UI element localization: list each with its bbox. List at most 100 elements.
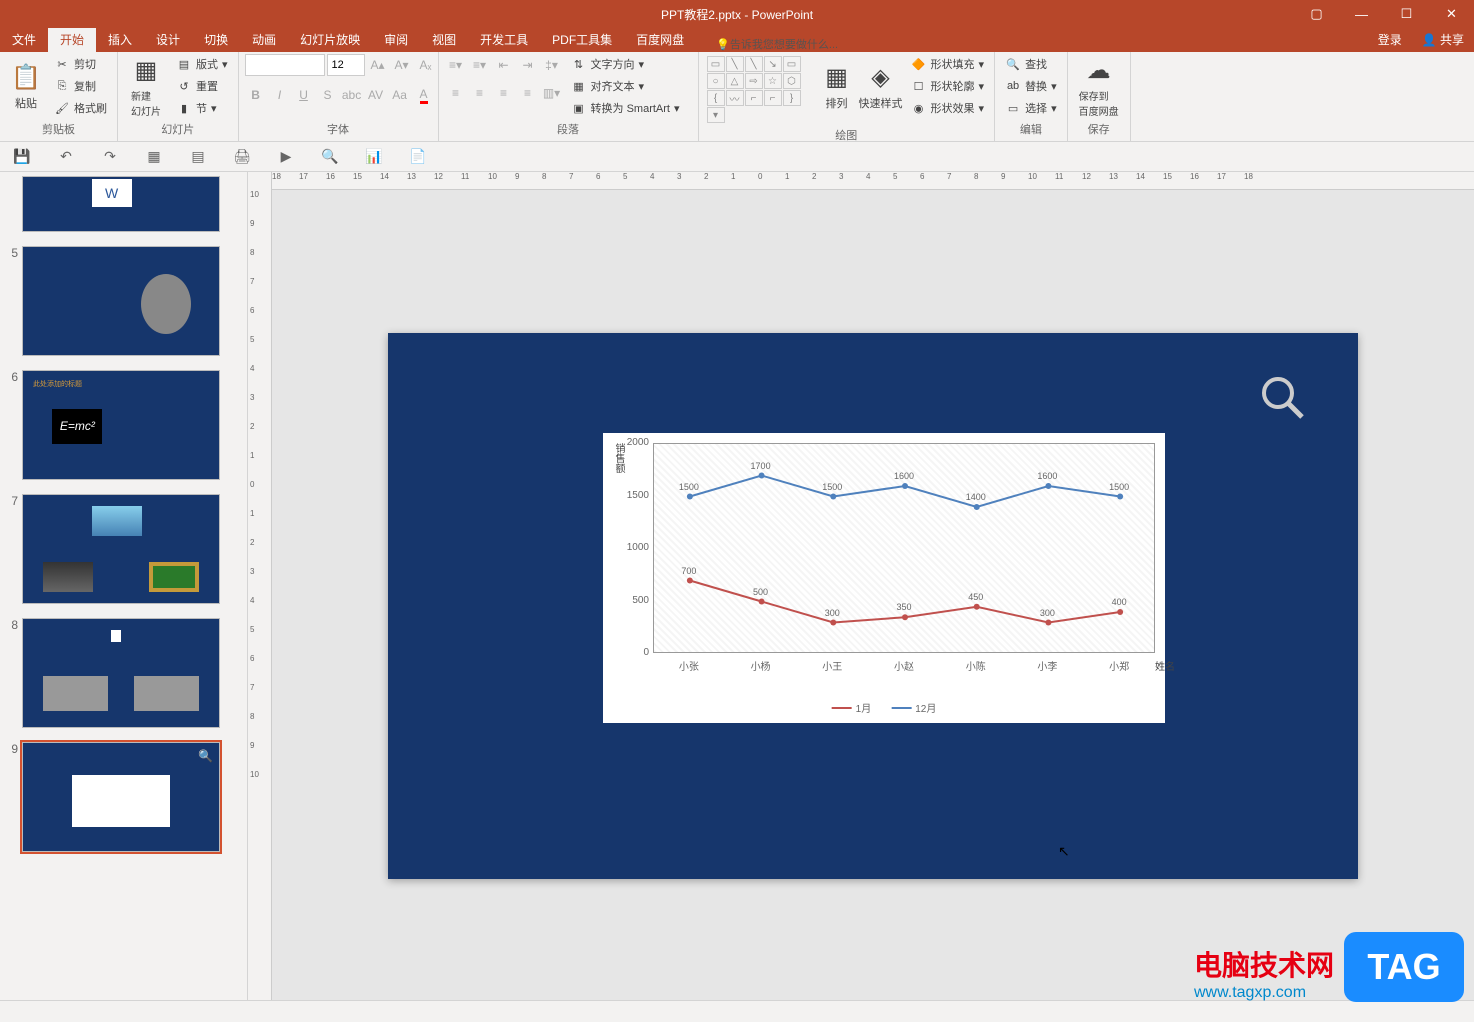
shape-more[interactable]: ▾	[707, 107, 725, 123]
text-direction-button[interactable]: ⇅文字方向 ▾	[567, 54, 684, 74]
shape-fill-button[interactable]: 🔶形状填充 ▾	[907, 54, 989, 74]
section-button[interactable]: ▮节 ▾	[172, 98, 232, 118]
cut-button[interactable]: ✂剪切	[50, 54, 111, 74]
shape-gallery[interactable]: ▭ ╲ ╲ ↘ ▭ ○ △ ⇨ ☆ ⬡ { 〰 ⌐ ⌐ } ▾	[705, 54, 815, 125]
tab-baidu[interactable]: 百度网盘	[624, 27, 696, 52]
qat-btn-1[interactable]: ▦	[144, 147, 164, 167]
shape-more1[interactable]: ⌐	[764, 90, 782, 106]
shape-effects-button[interactable]: ◉形状效果 ▾	[907, 98, 989, 118]
shape-rect2[interactable]: ▭	[783, 56, 801, 72]
thumb-5[interactable]: 5	[4, 246, 243, 356]
shape-line2[interactable]: ╲	[745, 56, 763, 72]
thumb-9[interactable]: 9 🔍	[4, 742, 243, 852]
ribbon-options-icon[interactable]: ▢	[1294, 0, 1339, 28]
share-button[interactable]: 👤 共享	[1412, 27, 1474, 52]
shape-outline-button[interactable]: ☐形状轮廓 ▾	[907, 76, 989, 96]
undo-icon[interactable]: ↶	[56, 147, 76, 167]
align-center-button[interactable]: ≡	[469, 82, 491, 104]
shape-arrow[interactable]: ↘	[764, 56, 782, 72]
tab-design[interactable]: 设计	[144, 27, 192, 52]
shape-rect[interactable]: ▭	[707, 56, 725, 72]
qat-btn-2[interactable]: ▤	[188, 147, 208, 167]
new-slide-button[interactable]: ▦ 新建 幻灯片	[124, 54, 168, 118]
font-color-button[interactable]: A	[413, 84, 435, 106]
font-size-input[interactable]	[327, 54, 365, 76]
replace-icon: ab	[1005, 78, 1021, 94]
redo-icon[interactable]: ↷	[100, 147, 120, 167]
shape-hex[interactable]: ⬡	[783, 73, 801, 89]
align-text-button[interactable]: ▦对齐文本 ▾	[567, 76, 684, 96]
shape-tri[interactable]: △	[726, 73, 744, 89]
increase-indent-button[interactable]: ⇥	[517, 54, 539, 76]
thumb-partial[interactable]: W	[4, 176, 243, 232]
maximize-button[interactable]: ☐	[1384, 0, 1429, 28]
qat-btn-6[interactable]: 📊	[364, 147, 384, 167]
numbering-button[interactable]: ≡▾	[469, 54, 491, 76]
qat-btn-7[interactable]: 📄	[408, 147, 428, 167]
tab-animations[interactable]: 动画	[240, 27, 288, 52]
font-family-input[interactable]	[245, 54, 325, 76]
close-button[interactable]: ✕	[1429, 0, 1474, 28]
italic-button[interactable]: I	[269, 84, 291, 106]
tab-home[interactable]: 开始	[48, 27, 96, 52]
tab-view[interactable]: 视图	[420, 27, 468, 52]
char-spacing-button[interactable]: AV	[365, 84, 387, 106]
strikethrough-button[interactable]: S	[317, 84, 339, 106]
arrange-button[interactable]: ▦ 排列	[819, 54, 855, 118]
slide[interactable]: 销售额 姓名 1月12月 0500100015002000小张小杨小王小赵小陈小…	[388, 333, 1358, 879]
format-painter-button[interactable]: 🖌格式刷	[50, 98, 111, 118]
tab-insert[interactable]: 插入	[96, 27, 144, 52]
reset-button[interactable]: ↺重置	[172, 76, 232, 96]
slide-canvas-area[interactable]: 10987654321012345678910 1817161514131211…	[248, 172, 1474, 1022]
tell-me-search[interactable]: 💡 告诉我您想要做什么...	[716, 36, 838, 52]
find-button[interactable]: 🔍查找	[1001, 54, 1061, 74]
shadow-button[interactable]: abc	[341, 84, 363, 106]
slide-thumbnails-panel[interactable]: W 5 6 此处添加的标题 E=mc² 7 8	[0, 172, 248, 1022]
thumb-7[interactable]: 7	[4, 494, 243, 604]
tab-transitions[interactable]: 切换	[192, 27, 240, 52]
justify-button[interactable]: ≡	[517, 82, 539, 104]
columns-button[interactable]: ▥▾	[541, 82, 563, 104]
tab-review[interactable]: 审阅	[372, 27, 420, 52]
shape-curve[interactable]: 〰	[726, 90, 744, 106]
smartart-button[interactable]: ▣转换为 SmartArt ▾	[567, 98, 684, 118]
shape-star[interactable]: ☆	[764, 73, 782, 89]
save-baidu-button[interactable]: ☁ 保存到 百度网盘	[1074, 54, 1124, 118]
align-right-button[interactable]: ≡	[493, 82, 515, 104]
shape-connector[interactable]: ⌐	[745, 90, 763, 106]
qat-btn-5[interactable]: 🔍	[320, 147, 340, 167]
tab-slideshow[interactable]: 幻灯片放映	[288, 27, 372, 52]
tab-developer[interactable]: 开发工具	[468, 27, 540, 52]
minimize-button[interactable]: —	[1339, 0, 1384, 28]
tab-file[interactable]: 文件	[0, 27, 48, 52]
bold-button[interactable]: B	[245, 84, 267, 106]
shape-oval[interactable]: ○	[707, 73, 725, 89]
shape-brace[interactable]: {	[707, 90, 725, 106]
clear-format-icon[interactable]: Aₓ	[415, 54, 437, 76]
shape-brace2[interactable]: }	[783, 90, 801, 106]
thumb-6[interactable]: 6 此处添加的标题 E=mc²	[4, 370, 243, 480]
line-spacing-button[interactable]: ‡▾	[541, 54, 563, 76]
bullets-button[interactable]: ≡▾	[445, 54, 467, 76]
paste-button[interactable]: 📋 粘贴	[6, 54, 46, 118]
underline-button[interactable]: U	[293, 84, 315, 106]
decrease-font-icon[interactable]: A▾	[391, 54, 413, 76]
copy-button[interactable]: ⎘复制	[50, 76, 111, 96]
quick-styles-button[interactable]: ◈ 快速样式	[859, 54, 903, 118]
decrease-indent-button[interactable]: ⇤	[493, 54, 515, 76]
qat-btn-4[interactable]: ▶	[276, 147, 296, 167]
shape-arrow2[interactable]: ⇨	[745, 73, 763, 89]
line-chart[interactable]: 销售额 姓名 1月12月 0500100015002000小张小杨小王小赵小陈小…	[603, 433, 1165, 723]
shape-line[interactable]: ╲	[726, 56, 744, 72]
change-case-button[interactable]: Aa	[389, 84, 411, 106]
save-icon[interactable]: 💾	[12, 147, 32, 167]
align-left-button[interactable]: ≡	[445, 82, 467, 104]
qat-btn-3[interactable]: 🖨	[232, 147, 252, 167]
login-button[interactable]: 登录	[1368, 27, 1412, 52]
thumb-8[interactable]: 8	[4, 618, 243, 728]
layout-button[interactable]: ▤版式 ▾	[172, 54, 232, 74]
select-button[interactable]: ▭选择 ▾	[1001, 98, 1061, 118]
increase-font-icon[interactable]: A▴	[367, 54, 389, 76]
replace-button[interactable]: ab替换 ▾	[1001, 76, 1061, 96]
tab-pdf[interactable]: PDF工具集	[540, 27, 624, 52]
